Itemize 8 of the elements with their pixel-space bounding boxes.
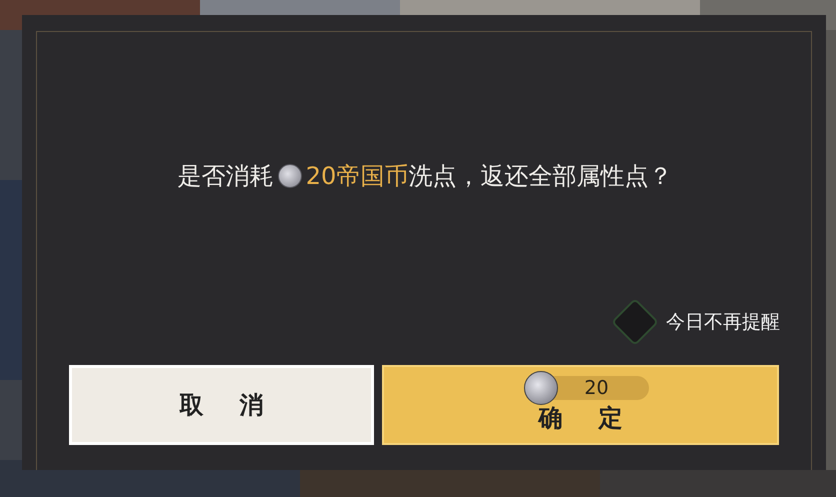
confirm-button[interactable]: 20 确定 bbox=[382, 365, 779, 445]
confirm-label: 确定 bbox=[536, 403, 658, 434]
confirm-message: 是否消耗 20帝国币洗点，返还全部属性点？ bbox=[178, 161, 672, 192]
cancel-button[interactable]: 取消 bbox=[69, 365, 374, 445]
cost-amount: 20 bbox=[584, 377, 609, 399]
coin-icon bbox=[278, 164, 302, 188]
dont-remind-label: 今日不再提醒 bbox=[666, 310, 780, 335]
coin-icon bbox=[524, 371, 558, 405]
